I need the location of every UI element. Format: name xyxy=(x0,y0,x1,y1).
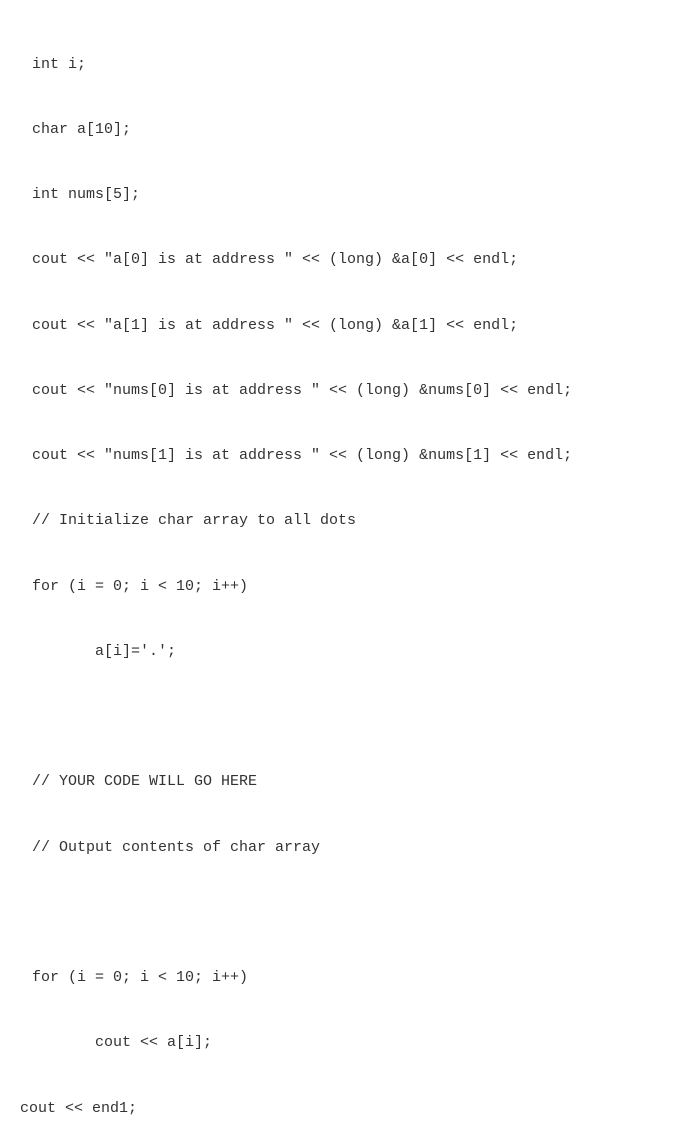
code-comment: // Initialize char array to all dots xyxy=(20,510,659,532)
code-comment: // YOUR CODE WILL GO HERE xyxy=(20,771,659,793)
code-line: cout << end1; xyxy=(20,1098,659,1120)
code-line: cout << "a[0] is at address " << (long) … xyxy=(20,249,659,271)
code-listing: int i; char a[10]; int nums[5]; cout << … xyxy=(20,10,659,1124)
code-line: char a[10]; xyxy=(20,119,659,141)
code-line: a[i]='.'; xyxy=(20,641,659,663)
code-line: cout << "a[1] is at address " << (long) … xyxy=(20,315,659,337)
code-line: int i; xyxy=(20,54,659,76)
code-line: for (i = 0; i < 10; i++) xyxy=(20,576,659,598)
code-line: cout << "nums[1] is at address " << (lon… xyxy=(20,445,659,467)
code-line: cout << a[i]; xyxy=(20,1032,659,1054)
blank-line xyxy=(20,706,659,728)
code-comment: // Output contents of char array xyxy=(20,837,659,859)
code-line: int nums[5]; xyxy=(20,184,659,206)
code-line: cout << "nums[0] is at address " << (lon… xyxy=(20,380,659,402)
blank-line xyxy=(20,902,659,924)
code-line: for (i = 0; i < 10; i++) xyxy=(20,967,659,989)
